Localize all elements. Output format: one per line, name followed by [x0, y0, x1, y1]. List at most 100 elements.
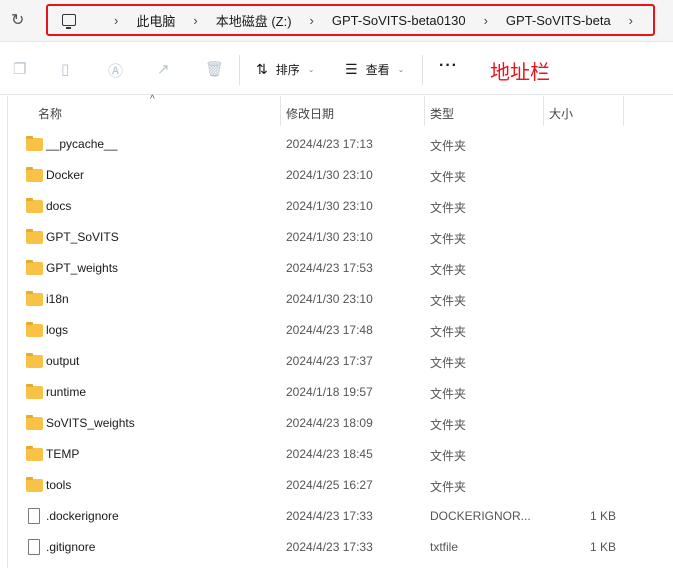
folder-icon [26, 198, 43, 213]
file-name: tools [46, 478, 72, 492]
file-name: __pycache__ [46, 137, 118, 151]
file-type: 文件夹 [430, 418, 467, 432]
chevron-right-icon[interactable]: › [193, 13, 197, 28]
file-name: i18n [46, 292, 69, 306]
file-row[interactable]: TEMP 2024/4/23 18:45 文件夹 [0, 439, 673, 470]
rename-icon[interactable]: Ⓐ [108, 60, 123, 81]
file-row[interactable]: tools 2024/4/25 16:27 文件夹 [0, 470, 673, 501]
address-bar[interactable]: › 此电脑 › 本地磁盘 (Z:) › GPT-SoVITS-beta0130 … [46, 4, 655, 36]
file-row[interactable]: .dockerignore 2024/4/23 17:33 DOCKERIGNOR.… [0, 501, 673, 532]
more-options-button[interactable]: ··· [439, 57, 458, 75]
file-row[interactable]: logs 2024/4/23 17:48 文件夹 [0, 315, 673, 346]
file-row[interactable]: output 2024/4/23 17:37 文件夹 [0, 346, 673, 377]
file-row[interactable]: .gitignore 2024/4/23 17:33 txtfile 1 KB [0, 532, 673, 563]
file-row[interactable]: GPT_SoVITS 2024/1/30 23:10 文件夹 [0, 222, 673, 253]
file-icon [28, 539, 40, 555]
file-type: 文件夹 [430, 449, 467, 463]
folder-icon [26, 415, 43, 430]
file-type: 文件夹 [430, 170, 467, 184]
file-row[interactable]: docs 2024/1/30 23:10 文件夹 [0, 191, 673, 222]
column-header-name[interactable]: 名称 [38, 105, 62, 122]
column-divider[interactable] [543, 96, 544, 126]
file-type: 文件夹 [430, 325, 467, 339]
file-row[interactable]: __pycache__ 2024/4/23 17:13 文件夹 [0, 129, 673, 160]
delete-icon[interactable]: 🗑 [205, 60, 224, 78]
file-row[interactable]: Docker 2024/1/30 23:10 文件夹 [0, 160, 673, 191]
sort-icon: ⇅ [256, 61, 268, 77]
file-name: SoVITS_weights [46, 416, 135, 430]
column-divider[interactable] [623, 96, 624, 126]
file-name: GPT_SoVITS [46, 230, 119, 244]
navigation-bar: ↻ › 此电脑 › 本地磁盘 (Z:) › GPT-SoVITS-beta013… [0, 0, 673, 42]
breadcrumb-drive[interactable]: 本地磁盘 (Z:) [216, 11, 292, 30]
folder-icon [26, 260, 43, 275]
folder-icon [26, 384, 43, 399]
view-button[interactable]: ☰ 查看 ⌄ [345, 61, 404, 78]
folder-icon [26, 477, 43, 492]
file-type: 文件夹 [430, 139, 467, 153]
sort-button[interactable]: ⇅ 排序 ⌄ [256, 61, 314, 78]
file-date: 2024/4/23 17:53 [286, 261, 373, 275]
file-type: 文件夹 [430, 294, 467, 308]
chevron-down-icon: ⌄ [397, 65, 405, 74]
divider [239, 55, 240, 85]
chevron-right-icon[interactable]: › [310, 13, 314, 28]
breadcrumb-folder[interactable]: GPT-SoVITS-beta0130 [332, 13, 466, 28]
file-name: output [46, 354, 80, 368]
column-headers: ^ 名称 修改日期 类型 大小 [0, 94, 673, 126]
chevron-right-icon[interactable]: › [484, 13, 488, 28]
folder-icon [26, 446, 43, 461]
sort-ascending-icon: ^ [150, 94, 155, 105]
file-name: logs [46, 323, 69, 337]
file-date: 2024/1/30 23:10 [286, 230, 373, 244]
divider [422, 55, 423, 85]
sort-label: 排序 [275, 63, 300, 77]
file-type: 文件夹 [430, 232, 467, 246]
file-row[interactable]: runtime 2024/1/18 19:57 文件夹 [0, 377, 673, 408]
share-icon[interactable]: ↗ [157, 60, 170, 78]
file-date: 2024/1/30 23:10 [286, 199, 373, 213]
chevron-right-icon[interactable]: › [629, 13, 633, 28]
column-header-type[interactable]: 类型 [430, 105, 454, 122]
file-date: 2024/1/30 23:10 [286, 168, 373, 182]
file-date: 2024/4/25 16:27 [286, 478, 373, 492]
folder-icon [26, 291, 43, 306]
file-type: 文件夹 [430, 201, 467, 215]
file-size: 1 KB [590, 540, 617, 554]
column-divider[interactable] [280, 96, 281, 126]
file-name: .gitignore [46, 540, 96, 554]
column-header-date[interactable]: 修改日期 [286, 105, 334, 122]
file-type: txtfile [430, 540, 459, 554]
file-name: runtime [46, 385, 87, 399]
file-date: 2024/1/30 23:10 [286, 292, 373, 306]
folder-icon [26, 136, 43, 151]
column-divider[interactable] [424, 96, 425, 126]
computer-icon[interactable] [62, 14, 76, 29]
breadcrumb-this-pc[interactable]: 此电脑 [136, 11, 175, 30]
file-row[interactable]: SoVITS_weights 2024/4/23 18:09 文件夹 [0, 408, 673, 439]
file-date: 2024/4/23 18:45 [286, 447, 373, 461]
chevron-right-icon[interactable]: › [114, 13, 118, 28]
folder-icon [26, 322, 43, 337]
refresh-icon[interactable]: ↻ [11, 10, 24, 30]
file-row[interactable]: GPT_weights 2024/4/23 17:53 文件夹 [0, 253, 673, 284]
file-type: 文件夹 [430, 480, 467, 494]
command-bar: ❐ ▯ Ⓐ ↗ 🗑 ⇅ 排序 ⌄ ☰ 查看 ⌄ ··· 地址栏 [0, 43, 673, 95]
paste-icon[interactable]: ▯ [61, 60, 69, 78]
file-type: 文件夹 [430, 356, 467, 370]
file-date: 2024/4/23 17:48 [286, 323, 373, 337]
list-icon: ☰ [345, 61, 358, 77]
column-header-size[interactable]: 大小 [549, 105, 573, 122]
file-row[interactable]: i18n 2024/1/30 23:10 文件夹 [0, 284, 673, 315]
chevron-down-icon: ⌄ [307, 65, 315, 74]
file-size: 1 KB [590, 509, 617, 523]
copy-icon[interactable]: ❐ [13, 60, 26, 78]
file-date: 2024/4/23 17:13 [286, 137, 373, 151]
file-date: 2024/4/23 17:37 [286, 354, 373, 368]
file-date: 2024/4/23 17:33 [286, 540, 373, 554]
file-date: 2024/4/23 17:33 [286, 509, 373, 523]
file-name: docs [46, 199, 72, 213]
file-date: 2024/4/23 18:09 [286, 416, 373, 430]
breadcrumb-current[interactable]: GPT-SoVITS-beta [506, 13, 611, 28]
file-name: GPT_weights [46, 261, 119, 275]
